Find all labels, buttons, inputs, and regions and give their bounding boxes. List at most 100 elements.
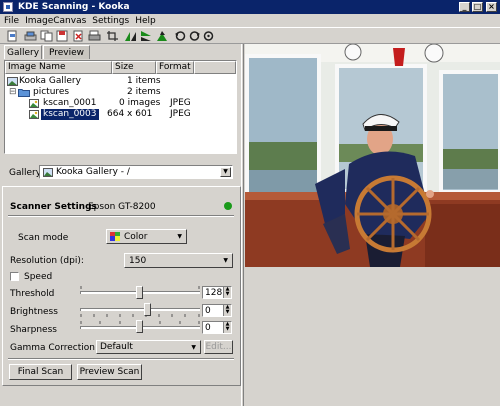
rotate-right-icon[interactable] [188, 30, 201, 42]
tree-item-format: JPEG [170, 109, 191, 119]
tree-item-size: 0 images [119, 98, 161, 108]
sharpness-slider-handle[interactable] [136, 320, 143, 333]
chevron-down-icon[interactable]: ▼ [220, 167, 231, 177]
speed-label: Speed [24, 272, 53, 282]
menu-settings[interactable]: Settings [92, 16, 129, 26]
preview-scan-button[interactable]: Preview Scan [77, 364, 142, 380]
scan-mode-label: Scan mode [18, 233, 69, 243]
delete-icon[interactable] [72, 30, 85, 42]
tree-item-name: pictures [33, 87, 70, 97]
new-icon[interactable] [6, 30, 19, 42]
tab-preview[interactable]: Preview [43, 45, 90, 59]
brightness-spinbox[interactable]: 0 ▲ ▼ [202, 304, 232, 317]
final-scan-button[interactable]: Final Scan [9, 364, 72, 380]
rotate-left-icon[interactable] [174, 30, 187, 42]
column-header-size[interactable]: Size [112, 61, 156, 74]
copy-icon[interactable] [40, 30, 53, 42]
tab-gallery[interactable]: Gallery [4, 45, 42, 59]
speed-checkbox[interactable] [10, 272, 19, 281]
tab-gallery-label: Gallery [6, 47, 40, 58]
rotate-180-icon[interactable] [202, 30, 215, 42]
spin-arrows-icon[interactable]: ▲ ▼ [223, 322, 231, 333]
tree-item-name: kscan_0003 [41, 109, 99, 120]
mirror-both-icon[interactable] [156, 30, 169, 42]
mirror-vertical-icon[interactable] [124, 30, 137, 42]
tree-item-format: JPEG [170, 98, 191, 108]
panel-splitter[interactable] [241, 44, 244, 406]
brightness-slider-track[interactable] [80, 308, 200, 311]
scanner-status-indicator [224, 202, 232, 210]
chevron-down-icon: ▼ [177, 233, 182, 240]
preview-empty-area [245, 267, 500, 406]
gamma-select[interactable]: Default ▼ [96, 340, 201, 354]
tree-row-kscan-0003[interactable]: kscan_0003 664 x 601 JPEG [5, 109, 236, 120]
tree-item-name: kscan_0001 [43, 98, 97, 108]
gallery-tree[interactable]: Image Name Size Format Kooka Gallery 1 i… [4, 60, 237, 154]
scanned-image-preview[interactable] [245, 44, 500, 267]
menu-help[interactable]: Help [135, 16, 156, 26]
brightness-slider-handle[interactable] [144, 303, 151, 316]
print-icon[interactable] [88, 30, 101, 42]
tab-preview-label: Preview [48, 47, 85, 58]
spin-arrows-icon[interactable]: ▲ ▼ [223, 305, 231, 316]
divider [8, 215, 234, 217]
image-file-icon [29, 99, 39, 108]
maximize-button[interactable]: □ [472, 2, 483, 12]
gamma-label: Gamma Correction [10, 343, 95, 353]
scanner-icon[interactable] [24, 30, 37, 42]
resolution-value: 150 [129, 255, 147, 266]
gallery-icon [7, 77, 18, 86]
crop-icon[interactable] [106, 30, 119, 42]
gamma-edit-button[interactable]: Edit... [204, 340, 233, 354]
divider [8, 358, 234, 360]
gallery-label: Gallery [9, 168, 42, 178]
threshold-slider-handle[interactable] [136, 286, 143, 299]
folder-icon [18, 89, 30, 97]
tree-row-pictures[interactable]: ⊟ pictures 2 items [5, 87, 236, 98]
window-title: KDE Scanning - Kooka [18, 2, 130, 12]
tree-row-kscan-0001[interactable]: kscan_0001 0 images JPEG [5, 98, 236, 109]
column-header-format[interactable]: Format [156, 61, 194, 74]
collapse-icon[interactable]: ⊟ [9, 87, 17, 98]
scanner-settings-title: Scanner Settings [10, 202, 97, 212]
kooka-app-icon [3, 2, 13, 12]
scanned-photo [245, 44, 500, 267]
menu-imagecanvas[interactable]: ImageCanvas [25, 16, 86, 26]
tree-item-size: 1 items [127, 76, 161, 86]
final-scan-label: Final Scan [17, 367, 64, 377]
sharpness-value: 0 [205, 323, 211, 333]
close-button[interactable]: × [486, 2, 497, 12]
column-header-name[interactable]: Image Name [5, 61, 112, 74]
threshold-label: Threshold [10, 289, 55, 299]
tree-item-size: 2 items [127, 87, 161, 97]
gamma-edit-label: Edit... [205, 342, 232, 352]
resolution-select[interactable]: 150 ▼ [124, 253, 233, 268]
scan-mode-select[interactable]: Color ▼ [106, 229, 187, 244]
menu-file[interactable]: File [4, 16, 19, 26]
chevron-down-icon: ▼ [223, 257, 228, 264]
save-icon[interactable] [56, 30, 69, 42]
resolution-label: Resolution (dpi): [10, 256, 84, 266]
spin-arrows-icon[interactable]: ▲ ▼ [223, 287, 231, 298]
brightness-label: Brightness [10, 307, 58, 317]
chevron-down-icon: ▼ [191, 343, 196, 351]
scanner-device-name: Epson GT-8200 [88, 202, 156, 212]
menu-bar: File ImageCanvas Settings Help [0, 14, 500, 27]
sharpness-label: Sharpness [10, 325, 57, 335]
toolbar [0, 27, 500, 44]
tree-row-gallery[interactable]: Kooka Gallery 1 items [5, 76, 236, 87]
gallery-icon [43, 168, 53, 177]
minimize-button[interactable]: _ [459, 2, 470, 12]
sharpness-spinbox[interactable]: 0 ▲ ▼ [202, 321, 232, 334]
column-header-empty [194, 61, 236, 74]
gamma-value: Default [100, 342, 133, 352]
image-file-icon [29, 110, 39, 119]
gallery-select[interactable]: Kooka Gallery - / ▼ [39, 165, 233, 179]
title-bar: KDE Scanning - Kooka _ □ × [0, 0, 500, 14]
threshold-spinbox[interactable]: 128 ▲ ▼ [202, 286, 232, 299]
brightness-value: 0 [205, 306, 211, 316]
gallery-select-value: Kooka Gallery - / [56, 167, 130, 177]
mirror-horizontal-icon[interactable] [140, 30, 153, 42]
preview-scan-label: Preview Scan [79, 367, 140, 377]
brightness-ticks [80, 314, 200, 317]
